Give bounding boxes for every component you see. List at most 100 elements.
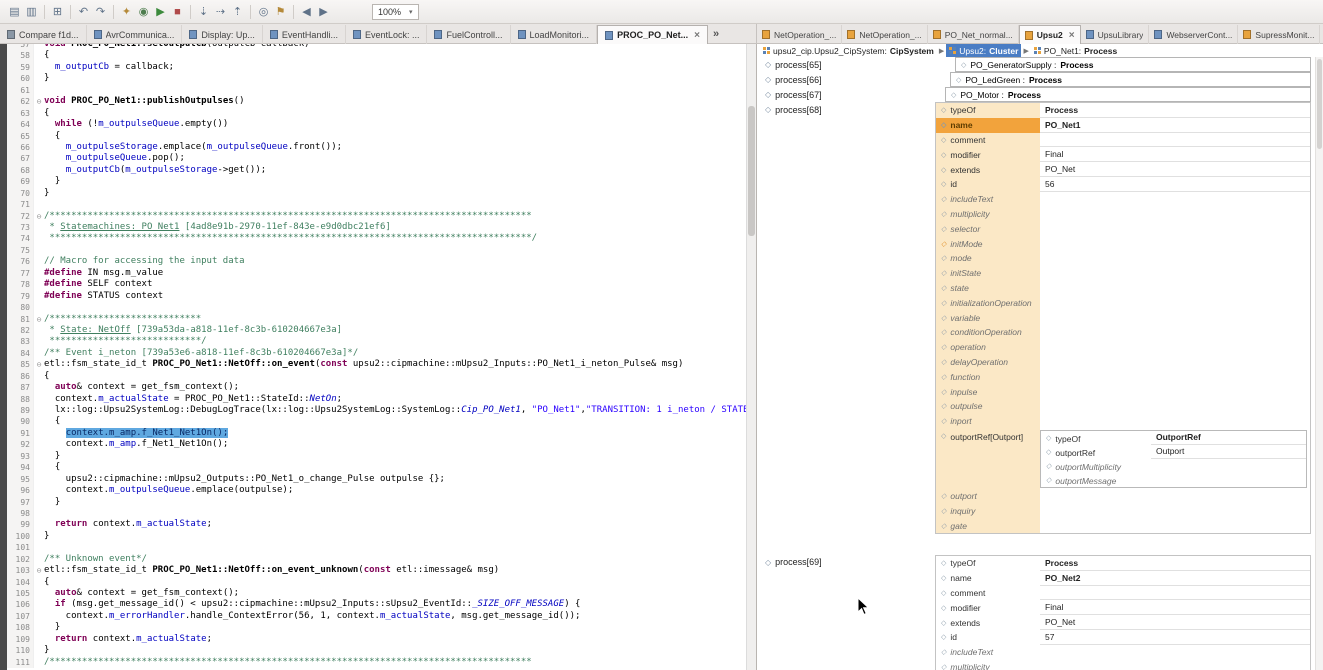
code-text[interactable]: context.m_amp.f_Net1_Net1On(); — [44, 428, 746, 439]
code-text[interactable]: * Statemachines: PO_Net1 [4ad8e91b-2970-… — [44, 222, 746, 233]
property-name-cell[interactable]: ◇gate — [936, 518, 1040, 533]
property-name-cell[interactable]: ◇includeText — [936, 645, 1040, 660]
code-text[interactable]: #define SELF context — [44, 279, 746, 290]
code-text[interactable]: { — [44, 131, 746, 142]
model-tab-po-net-normal[interactable]: PO_Net_normal... — [928, 25, 1019, 44]
property-value-cell[interactable] — [1040, 236, 1310, 251]
model-tab-upsu2[interactable]: Upsu2× — [1019, 25, 1081, 44]
code-text[interactable]: return context.m_actualState; — [44, 519, 746, 530]
code-text[interactable] — [44, 85, 746, 96]
property-value-cell[interactable] — [1151, 473, 1306, 487]
property-name-cell[interactable]: ◇inpulse — [936, 384, 1040, 399]
code-text[interactable]: } — [44, 531, 746, 542]
tree-item-process-69[interactable]: ◇process[69] — [757, 555, 935, 570]
fold-marker-icon[interactable]: ⊖ — [33, 211, 44, 222]
code-text[interactable]: etl::fsm_state_id_t PROC_PO_Net1::NetOff… — [44, 565, 746, 576]
code-text[interactable]: return context.m_actualState; — [44, 634, 746, 645]
code-text[interactable]: lx::log::Upsu2SystemLog::DebugLogTrace(l… — [44, 405, 746, 416]
property-name-cell[interactable]: ◇selector — [936, 221, 1040, 236]
code-text[interactable]: #define STATUS context — [44, 291, 746, 302]
code-text[interactable] — [44, 302, 746, 313]
property-value-cell[interactable] — [1040, 645, 1310, 660]
property-value-cell[interactable] — [1040, 251, 1310, 266]
property-value-cell[interactable] — [1151, 459, 1306, 473]
property-name-cell[interactable]: ◇multiplicity — [936, 660, 1040, 670]
property-name-cell[interactable]: ◇typeOf — [936, 103, 1040, 118]
code-text[interactable] — [44, 199, 746, 210]
close-icon[interactable]: × — [1069, 30, 1075, 41]
code-text[interactable]: /** Event i_neton [739a53e6-a818-11ef-8c… — [44, 348, 746, 359]
property-value-cell[interactable] — [1040, 414, 1310, 429]
build-icon[interactable]: ✦ — [118, 5, 135, 18]
code-text[interactable]: m_outpulseQueue.pop(); — [44, 153, 746, 164]
code-text[interactable] — [44, 542, 746, 553]
editor-tab-fuelcontroll[interactable]: FuelControll... — [427, 25, 510, 44]
property-name-cell[interactable]: ◇outport — [936, 489, 1040, 504]
code-text[interactable]: context.m_actualState = PROC_PO_Net1::St… — [44, 394, 746, 405]
editor-tab-compare-f1d[interactable]: Compare f1d... — [0, 25, 87, 44]
code-text[interactable]: } — [44, 622, 746, 633]
editor-tab-loadmonitori[interactable]: LoadMonitori... — [511, 25, 598, 44]
code-text[interactable]: /**************************** — [44, 314, 746, 325]
property-value-cell[interactable]: PO_Net1 — [1040, 118, 1310, 133]
property-name-cell[interactable]: ◇variable — [936, 310, 1040, 325]
property-name-cell[interactable]: ◇outpulse — [936, 399, 1040, 414]
fold-marker-icon[interactable]: ⊖ — [33, 314, 44, 325]
property-value-cell[interactable] — [1040, 221, 1310, 236]
property-name-cell[interactable]: ◇conditionOperation — [936, 325, 1040, 340]
property-name-cell[interactable]: ◇delayOperation — [936, 355, 1040, 370]
model-tab-upsulibrary[interactable]: UpsuLibrary — [1081, 25, 1150, 44]
code-text[interactable]: context.m_amp.f_Net1_Net1On(); — [44, 439, 746, 450]
property-value-cell[interactable] — [1040, 340, 1310, 355]
model-tab-netoperation[interactable]: NetOperation_... — [757, 25, 842, 44]
back-icon[interactable]: ◀ — [298, 5, 315, 18]
property-name-cell[interactable]: ◇multiplicity — [936, 207, 1040, 222]
code-text[interactable]: { — [44, 108, 746, 119]
property-name-cell[interactable]: ◇includeText — [936, 192, 1040, 207]
property-value-cell[interactable] — [1040, 369, 1310, 384]
property-value-cell[interactable] — [1040, 133, 1310, 148]
property-value-cell[interactable] — [1040, 399, 1310, 414]
code-text[interactable]: // Macro for accessing the input data — [44, 256, 746, 267]
code-text[interactable]: /** Unknown event*/ — [44, 554, 746, 565]
code-text[interactable]: if (msg.get_message_id() < upsu2::cipmac… — [44, 599, 746, 610]
property-name-cell[interactable]: ◇inport — [936, 414, 1040, 429]
editor-tab-proc-po-net[interactable]: PROC_PO_Net...× — [597, 25, 708, 44]
editor-tab-eventlock[interactable]: EventLock: ... — [346, 25, 428, 44]
tree-item-process-68[interactable]: ◇process[68] — [757, 102, 935, 117]
code-text[interactable]: upsu2::cipmachine::mUpsu2_Outputs::PO_Ne… — [44, 474, 746, 485]
step-into-icon[interactable]: ⇣ — [195, 5, 212, 18]
code-text[interactable]: } — [44, 73, 746, 84]
forward-icon[interactable]: ▶ — [315, 5, 332, 18]
property-name-cell[interactable]: ◇inquiry — [936, 503, 1040, 518]
property-value-cell[interactable] — [1040, 281, 1310, 296]
code-text[interactable]: } — [44, 645, 746, 656]
editor-tab-avrcommunica[interactable]: AvrCommunica... — [87, 25, 183, 44]
property-value-cell[interactable]: Process — [1040, 103, 1310, 118]
editor-scrollbar-thumb[interactable] — [748, 106, 755, 236]
breadcrumb-segment[interactable]: PO_Net1:Process — [1031, 44, 1120, 57]
property-value-cell[interactable]: PO_Net — [1040, 162, 1310, 177]
property-name-cell[interactable]: ◇operation — [936, 340, 1040, 355]
editor-tab-eventhandli[interactable]: EventHandli... — [263, 25, 346, 44]
code-text[interactable]: etl::fsm_state_id_t PROC_PO_Net1::NetOff… — [44, 359, 746, 370]
code-text[interactable]: m_outpulseStorage.emplace(m_outpulseQueu… — [44, 142, 746, 153]
property-value-cell[interactable] — [1040, 325, 1310, 340]
property-name-cell[interactable]: ◇initMode — [936, 236, 1040, 251]
property-value-cell[interactable]: Process — [1040, 556, 1310, 571]
model-tab-netoperation[interactable]: NetOperation_... — [842, 25, 927, 44]
property-value-cell[interactable] — [1040, 310, 1310, 325]
redo-icon[interactable]: ↷ — [92, 5, 109, 18]
stop-icon[interactable]: ■ — [169, 6, 186, 18]
property-value-cell[interactable]: OutportRef — [1151, 431, 1306, 445]
property-value-cell[interactable]: Final — [1040, 600, 1310, 615]
property-name-cell[interactable]: ◇initState — [936, 266, 1040, 281]
property-value-cell[interactable] — [1040, 266, 1310, 281]
close-icon[interactable]: × — [694, 30, 700, 41]
property-name-cell[interactable]: ◇id — [936, 177, 1040, 192]
code-text[interactable]: void PROC_PO_Net1::publishOutpulses() — [44, 96, 746, 107]
code-text[interactable]: { — [44, 462, 746, 473]
code-text[interactable] — [44, 508, 746, 519]
code-text[interactable]: /***************************************… — [44, 211, 746, 222]
tree-item-process-67[interactable]: ◇process[67] — [757, 87, 935, 102]
